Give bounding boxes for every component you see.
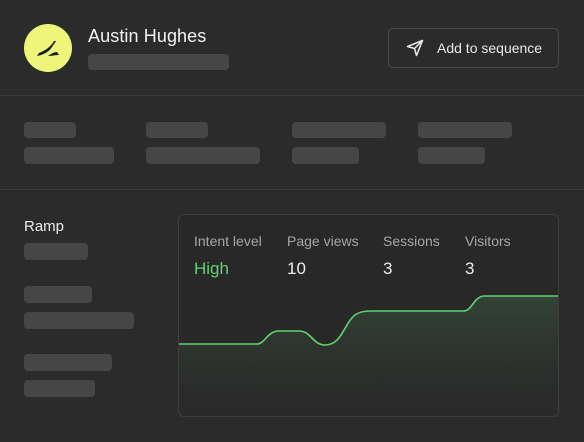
detail-value-placeholder: [292, 147, 359, 164]
detail-label-placeholder: [24, 122, 76, 138]
metric-label: Intent level: [194, 233, 262, 249]
contact-name: Austin Hughes: [88, 26, 207, 46]
metric-sessions: Sessions 3: [383, 233, 440, 279]
detail-label-placeholder: [146, 122, 208, 138]
contact-card: Austin Hughes Add to sequence Ramp Inten…: [0, 0, 584, 442]
details-row: [0, 96, 584, 190]
company-name: Ramp: [24, 218, 65, 235]
metric-label: Visitors: [465, 233, 511, 249]
add-to-sequence-label: Add to sequence: [437, 40, 543, 56]
metric-label: Sessions: [383, 233, 440, 249]
metric-value: 3: [465, 259, 475, 278]
send-icon: [405, 38, 425, 58]
intent-panel: Intent level High Page views 10 Sessions…: [178, 214, 559, 417]
metric-page-views: Page views 10: [287, 233, 359, 279]
detail-value-placeholder: [418, 147, 485, 164]
detail-value-placeholder: [24, 147, 114, 164]
metric-value: 3: [383, 259, 393, 278]
metric-value: High: [194, 259, 229, 278]
metric-value: 10: [287, 259, 306, 278]
avatar: [24, 24, 72, 72]
company-field-label-placeholder: [24, 286, 92, 303]
company-field-label-placeholder: [24, 354, 112, 371]
ramp-logo-icon: [35, 37, 61, 59]
detail-value-placeholder: [146, 147, 260, 164]
contact-subtitle-placeholder: [88, 54, 229, 70]
add-to-sequence-button[interactable]: Add to sequence: [388, 28, 559, 68]
metric-label: Page views: [287, 233, 359, 249]
metric-visitors: Visitors 3: [465, 233, 511, 279]
company-field-value-placeholder: [24, 380, 95, 397]
metric-intent-level: Intent level High: [194, 233, 262, 279]
company-subtitle-placeholder: [24, 243, 88, 260]
detail-label-placeholder: [418, 122, 512, 138]
detail-label-placeholder: [292, 122, 386, 138]
activity-area: [179, 296, 558, 416]
contact-header: Austin Hughes Add to sequence: [0, 0, 584, 96]
company-field-value-placeholder: [24, 312, 134, 329]
